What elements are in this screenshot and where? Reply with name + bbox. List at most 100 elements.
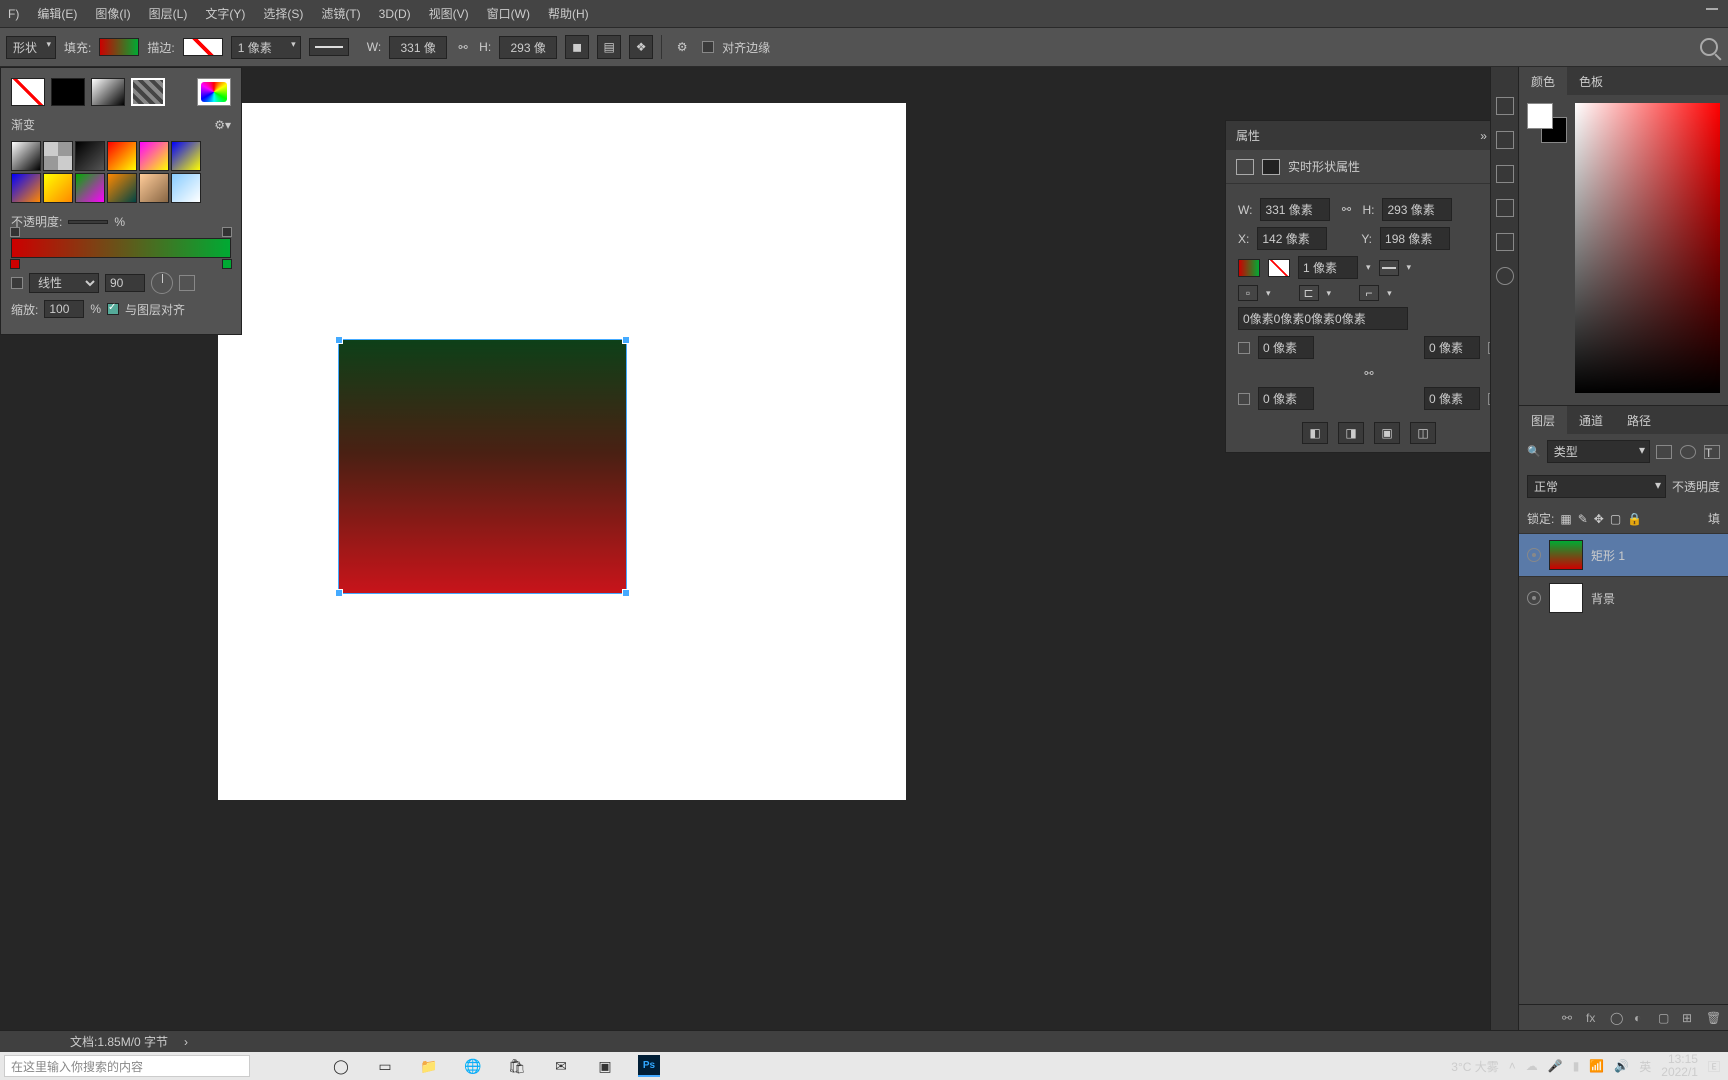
gradient-style-select[interactable]: 线性 — [29, 273, 99, 293]
tray-wifi-icon[interactable]: 📶 — [1589, 1059, 1604, 1073]
gear-icon[interactable]: ⚙ — [670, 35, 694, 59]
menu-help[interactable]: 帮助(H) — [548, 5, 589, 22]
search-icon[interactable] — [1700, 38, 1718, 56]
prop-w-field[interactable]: 331 像素 — [1260, 198, 1330, 221]
menu-select[interactable]: 选择(S) — [263, 5, 303, 22]
tray-cloud-icon[interactable]: ☁ — [1526, 1059, 1538, 1073]
tray-notification-icon[interactable]: 🄴 — [1708, 1058, 1720, 1075]
preset-2[interactable] — [75, 141, 105, 171]
fill-swatch[interactable] — [99, 38, 139, 56]
align-edges-checkbox[interactable] — [702, 41, 714, 53]
menu-filter[interactable]: 滤镜(T) — [321, 5, 360, 22]
scale-field[interactable] — [44, 300, 84, 318]
panel-collapse-icon[interactable]: » — [1480, 129, 1487, 143]
weather-widget[interactable]: 3°C 大雾 — [1451, 1058, 1498, 1075]
tray-battery-icon[interactable]: ▮ — [1573, 1059, 1580, 1073]
lock-pos-icon[interactable]: ✥ — [1594, 512, 1604, 526]
visibility-toggle-icon[interactable] — [1527, 548, 1541, 562]
menu-3d[interactable]: 3D(D) — [379, 7, 411, 21]
rectangle-shape[interactable] — [339, 340, 626, 593]
preset-6[interactable] — [11, 173, 41, 203]
tray-chevron-icon[interactable]: ˄ — [1509, 1059, 1516, 1073]
stroke-width-select[interactable]: 1 像素 — [231, 36, 301, 59]
strip-icon-5[interactable] — [1496, 233, 1514, 251]
handle-bl[interactable] — [335, 589, 343, 597]
lock-artboard-icon[interactable]: ▢ — [1610, 512, 1621, 526]
layer-name[interactable]: 背景 — [1591, 590, 1615, 607]
fill-type-pattern[interactable] — [131, 78, 165, 106]
tab-color[interactable]: 颜色 — [1519, 67, 1567, 95]
preset-0[interactable] — [11, 141, 41, 171]
handle-tr[interactable] — [622, 336, 630, 344]
corner-link-icon[interactable]: ⚯ — [1361, 365, 1377, 381]
preset-5[interactable] — [171, 141, 201, 171]
stroke-style-select[interactable] — [309, 38, 349, 56]
adjustment-icon[interactable]: ◐ — [1634, 1011, 1648, 1025]
lock-all-icon[interactable]: 🔒 — [1627, 512, 1642, 526]
fill-type-gradient[interactable] — [91, 78, 125, 106]
taskbar-search-input[interactable]: 在这里输入你搜索的内容 — [4, 1055, 250, 1077]
corner-tl-icon[interactable] — [1238, 342, 1250, 354]
prop-stroke-swatch[interactable] — [1268, 259, 1290, 277]
corner-tr-field[interactable]: 0 像素 — [1424, 336, 1480, 359]
preset-7[interactable] — [43, 173, 73, 203]
preset-4[interactable] — [139, 141, 169, 171]
stroke-join-select[interactable]: ⌐ — [1359, 285, 1379, 301]
minimize-icon[interactable] — [1706, 8, 1718, 10]
opacity-field[interactable] — [68, 220, 108, 224]
handle-tl[interactable] — [335, 336, 343, 344]
align-icon[interactable]: ▤ — [597, 35, 621, 59]
strip-icon-4[interactable] — [1496, 199, 1514, 217]
arrange-icon[interactable]: ❖ — [629, 35, 653, 59]
tab-swatches[interactable]: 色板 — [1567, 67, 1615, 95]
status-arrow-icon[interactable]: › — [184, 1035, 188, 1049]
color-picker-button[interactable] — [197, 78, 231, 106]
prop-h-field[interactable]: 293 像素 — [1382, 198, 1452, 221]
align-layer-checkbox[interactable] — [107, 303, 119, 315]
tab-layers[interactable]: 图层 — [1519, 406, 1567, 434]
color-picker-area[interactable] — [1575, 103, 1720, 393]
pathop-combine-icon[interactable]: ◧ — [1302, 422, 1328, 444]
fx-icon[interactable]: fx — [1586, 1011, 1600, 1025]
tray-clock[interactable]: 13:152022/1 — [1661, 1053, 1698, 1079]
mail-icon[interactable]: ✉ — [550, 1055, 572, 1077]
prop-stroke-width[interactable]: 1 像素 — [1298, 256, 1358, 279]
group-icon[interactable]: ▢ — [1658, 1011, 1672, 1025]
color-stop-right[interactable] — [222, 259, 232, 269]
prop-link-wh-icon[interactable]: ⚯ — [1338, 202, 1354, 218]
tray-mic-icon[interactable]: 🎤 — [1548, 1059, 1563, 1073]
taskview-icon[interactable]: ▭ — [374, 1055, 396, 1077]
path-ops-icon[interactable]: ◼ — [565, 35, 589, 59]
color-stop-left[interactable] — [10, 259, 20, 269]
stroke-align-select[interactable]: ▫ — [1238, 285, 1258, 301]
explorer-icon[interactable]: 📁 — [418, 1055, 440, 1077]
mask-icon[interactable]: ◯ — [1610, 1011, 1624, 1025]
filter-text-icon[interactable]: T — [1704, 445, 1720, 459]
opacity-stop-left[interactable] — [10, 227, 20, 237]
strip-icon-3[interactable] — [1496, 165, 1514, 183]
pathop-subtract-icon[interactable]: ◨ — [1338, 422, 1364, 444]
filter-pixel-icon[interactable] — [1656, 445, 1672, 459]
lock-paint-icon[interactable]: ✎ — [1578, 512, 1588, 526]
angle-field[interactable] — [105, 274, 145, 292]
filter-adjust-icon[interactable] — [1680, 445, 1696, 459]
menu-layer[interactable]: 图层(L) — [149, 5, 188, 22]
app-icon[interactable]: ▣ — [594, 1055, 616, 1077]
menu-image[interactable]: 图像(I) — [95, 5, 130, 22]
menu-file[interactable]: F) — [8, 7, 19, 21]
reverse-icon[interactable] — [179, 275, 195, 291]
prop-fill-swatch[interactable] — [1238, 259, 1260, 277]
prop-stroke-style[interactable] — [1379, 260, 1399, 276]
menu-text[interactable]: 文字(Y) — [205, 5, 245, 22]
stroke-cap-select[interactable]: ⊏ — [1299, 285, 1319, 301]
lock-trans-icon[interactable]: ▦ — [1560, 512, 1571, 526]
preset-3[interactable] — [107, 141, 137, 171]
tab-channels[interactable]: 通道 — [1567, 406, 1615, 434]
prop-y-field[interactable]: 198 像素 — [1380, 227, 1450, 250]
strip-icon-1[interactable] — [1496, 97, 1514, 115]
store-icon[interactable]: 🛍 — [506, 1055, 528, 1077]
fill-type-solid[interactable] — [51, 78, 85, 106]
pathop-exclude-icon[interactable]: ◫ — [1410, 422, 1436, 444]
corner-bl-icon[interactable] — [1238, 393, 1250, 405]
link-layers-icon[interactable]: ⚯ — [1562, 1011, 1576, 1025]
